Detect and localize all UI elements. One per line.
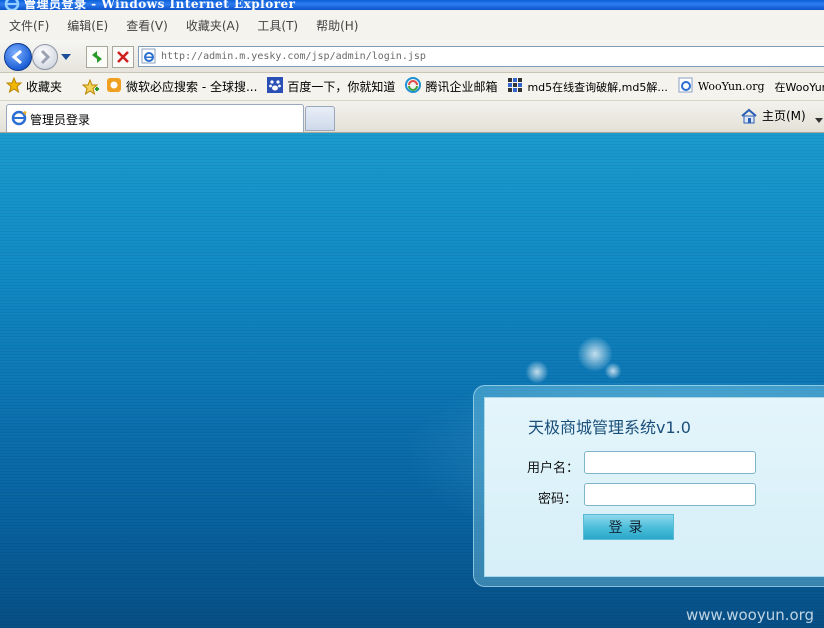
tab-label: 管理员登录	[30, 113, 91, 127]
chevron-down-icon	[61, 54, 71, 60]
grid-icon	[507, 77, 523, 96]
favorite-link-wooyun[interactable]: WooYun.org	[678, 77, 765, 96]
menu-edit[interactable]: 编辑(E)	[58, 17, 117, 34]
tencent-icon	[405, 77, 422, 96]
username-input[interactable]	[584, 451, 756, 474]
bing-icon	[106, 77, 122, 96]
favorite-link-baidu[interactable]: 百度一下，你就知道	[267, 77, 395, 96]
password-label: 密码：	[538, 492, 578, 507]
login-button[interactable]: 登录	[583, 514, 674, 540]
navigation-bar	[0, 40, 824, 73]
arrow-right-icon	[40, 49, 51, 65]
back-button[interactable]	[4, 43, 32, 71]
favorite-link-bing[interactable]: 微软必应搜索 - 全球搜...	[106, 77, 257, 96]
address-bar[interactable]	[138, 46, 824, 67]
menu-help[interactable]: 帮助(H)	[307, 17, 367, 34]
star-icon	[5, 76, 23, 96]
bubble-decoration	[526, 361, 548, 383]
ie-page-icon	[141, 48, 157, 67]
new-tab-button[interactable]	[305, 106, 335, 131]
menu-file[interactable]: 文件(F)	[0, 17, 58, 34]
title-bar: 管理员登录 - Windows Internet Explorer	[0, 0, 824, 10]
add-favorite-button[interactable]	[82, 78, 100, 95]
ie-icon	[4, 0, 20, 10]
chevron-down-icon	[815, 118, 823, 123]
home-button[interactable]: 主页(M)	[740, 107, 806, 124]
menu-view[interactable]: 查看(V)	[117, 17, 177, 34]
refresh-button[interactable]	[86, 46, 108, 68]
close-icon	[117, 51, 129, 63]
menu-favorites[interactable]: 收藏夹(A)	[177, 17, 249, 34]
home-label: 主页(M)	[762, 109, 806, 123]
favorite-link-wooyun-2[interactable]: 在WooYun	[775, 79, 824, 95]
page-content: 天极商城管理系统v1.0 用户名： 密码： 登录 www.wooyun.org	[0, 133, 824, 628]
refresh-icon	[92, 51, 102, 63]
ie-page-icon	[678, 77, 694, 96]
login-panel: 天极商城管理系统v1.0 用户名： 密码： 登录	[484, 397, 824, 577]
menu-bar: 文件(F) 编辑(E) 查看(V) 收藏夹(A) 工具(T) 帮助(H)	[0, 10, 824, 41]
menu-tools[interactable]: 工具(T)	[248, 17, 307, 34]
favorite-link-tencent[interactable]: 腾讯企业邮箱	[405, 77, 497, 96]
baidu-paw-icon	[267, 77, 284, 96]
history-dropdown[interactable]	[61, 50, 71, 64]
stop-button[interactable]	[112, 46, 134, 68]
favorites-label: 收藏夹	[26, 80, 63, 94]
add-star-icon	[82, 78, 100, 95]
favorite-link-md5[interactable]: md5在线查询破解,md5解...	[507, 77, 668, 96]
password-input[interactable]	[584, 483, 756, 506]
window-title: 管理员登录 - Windows Internet Explorer	[24, 0, 296, 10]
watermark: www.wooyun.org	[686, 606, 815, 624]
favorites-bar: 收藏夹 微软必应搜索 - 全球搜... 百度一下，你就知道 腾讯企业邮箱 md5…	[0, 73, 824, 101]
favorites-button[interactable]: 收藏夹	[5, 76, 63, 96]
home-dropdown[interactable]	[815, 113, 823, 127]
arrow-left-icon	[11, 49, 22, 65]
ie-icon	[11, 110, 27, 129]
tab-admin-login[interactable]: 管理员登录	[6, 104, 304, 132]
home-icon	[741, 108, 757, 123]
username-label: 用户名：	[527, 461, 580, 476]
address-input[interactable]	[161, 48, 821, 64]
forward-button[interactable]	[32, 44, 58, 70]
bubble-decoration	[605, 363, 621, 379]
tab-bar: 管理员登录 主页(M)	[0, 101, 824, 133]
login-title: 天极商城管理系统v1.0	[528, 418, 691, 437]
